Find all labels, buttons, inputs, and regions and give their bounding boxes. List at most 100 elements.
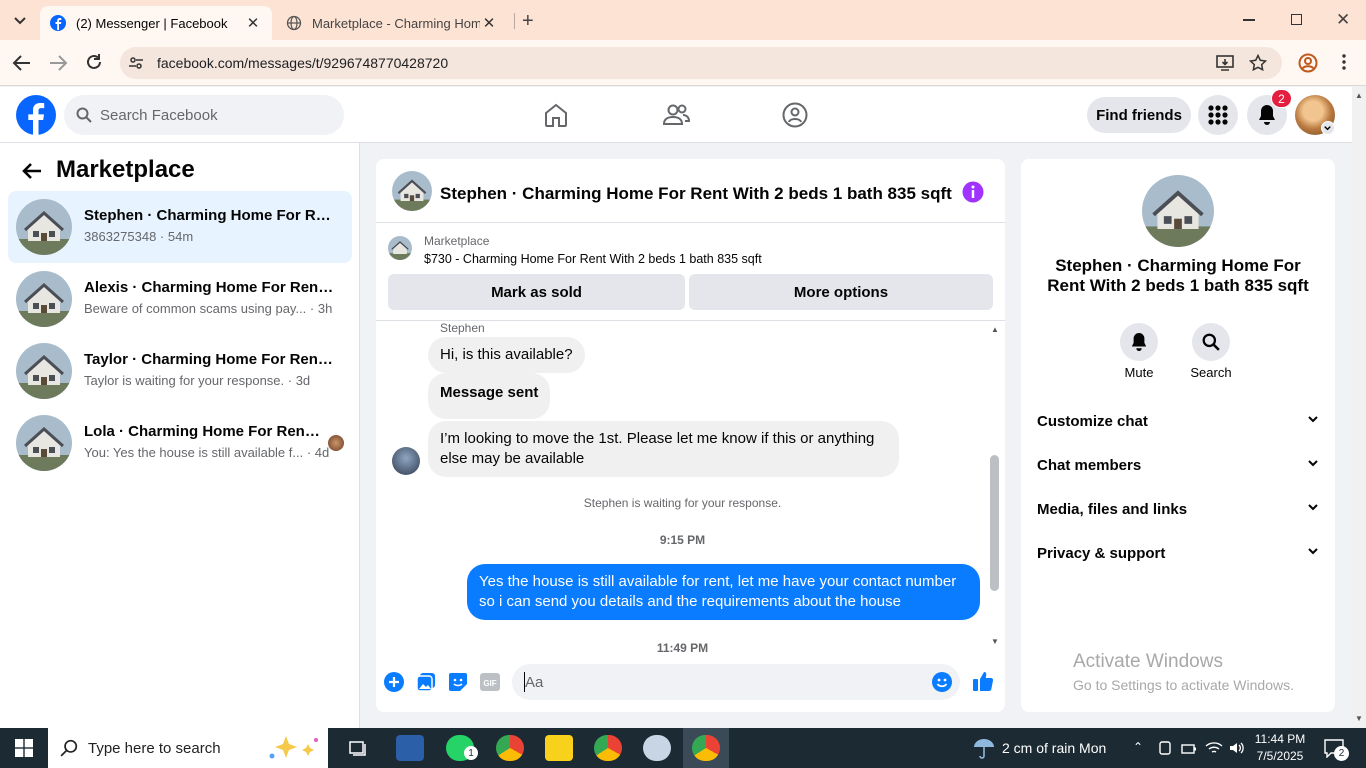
paint-app-icon[interactable]: [643, 735, 671, 761]
tab-close-icon[interactable]: ✕: [244, 14, 262, 32]
volume-icon[interactable]: [1228, 740, 1246, 756]
profile-icon[interactable]: [1298, 53, 1318, 73]
minimize-icon[interactable]: [1243, 19, 1255, 21]
conversation-item[interactable]: Alexis · Charming Home For Rent ... Bewa…: [8, 263, 352, 335]
reload-icon[interactable]: [85, 53, 103, 71]
activate-windows-subtitle: Go to Settings to activate Windows.: [1073, 677, 1294, 693]
windows-start-icon[interactable]: [15, 739, 33, 757]
mark-as-sold-button[interactable]: Mark as sold: [388, 274, 685, 310]
chat-title: Stephen · Charming Home For Rent With 2 …: [440, 184, 952, 203]
chrome-icon[interactable]: [594, 735, 622, 761]
privacy-support-section[interactable]: Privacy & support: [1037, 545, 1319, 562]
message-input[interactable]: Aa: [512, 664, 960, 700]
emoji-icon[interactable]: [932, 672, 952, 692]
menu-grid-button[interactable]: [1198, 95, 1238, 135]
chevron-down-icon: [1307, 545, 1319, 562]
listing-text[interactable]: $730 - Charming Home For Rent With 2 bed…: [424, 252, 762, 266]
chat-scroll-up-icon[interactable]: ▲: [991, 325, 999, 334]
message-bubble[interactable]: Hi, is this available?: [428, 337, 585, 373]
home-nav-icon[interactable]: [543, 102, 569, 128]
scroll-down-icon[interactable]: ▼: [1355, 714, 1363, 723]
weather-text[interactable]: 2 cm of rain Mon: [1002, 740, 1106, 756]
mute-button[interactable]: [1120, 323, 1158, 361]
message-line: else may be available: [440, 450, 585, 467]
facebook-logo-icon[interactable]: [16, 95, 56, 135]
sender-avatar[interactable]: [392, 447, 420, 475]
chrome-active-icon[interactable]: [692, 735, 720, 761]
search-conversation-button[interactable]: [1192, 323, 1230, 361]
install-app-icon[interactable]: [1216, 54, 1234, 72]
chrome-profile-icon[interactable]: [496, 735, 524, 761]
customize-chat-section[interactable]: Customize chat: [1037, 413, 1319, 430]
tab-close-icon[interactable]: ✕: [480, 14, 498, 32]
close-window-icon[interactable]: ✕: [1336, 10, 1350, 30]
page-scrollbar[interactable]: [1352, 87, 1366, 728]
conversation-item[interactable]: Lola · Charming Home For Rent ... You: Y…: [8, 407, 352, 479]
whatsapp-badge: 1: [464, 746, 478, 760]
maximize-icon[interactable]: [1291, 14, 1302, 25]
message-bubble[interactable]: Message sent: [428, 373, 551, 419]
taskbar-search-input[interactable]: Type here to search: [48, 728, 328, 768]
bell-icon: [1131, 333, 1147, 351]
conversation-item[interactable]: Taylor · Charming Home For Rent ... Tayl…: [8, 335, 352, 407]
message-bubble[interactable]: I’m looking to move the 1st. Please let …: [428, 421, 899, 477]
info-icon[interactable]: [962, 181, 984, 203]
activate-windows-title: Activate Windows: [1073, 651, 1223, 672]
back-arrow-icon[interactable]: [22, 162, 42, 180]
tab-messenger[interactable]: (2) Messenger | Facebook ✕: [40, 6, 272, 40]
house-thumbnail: [16, 199, 72, 255]
tab-search-chevron-icon[interactable]: [12, 12, 28, 28]
more-options-button[interactable]: More options: [689, 274, 993, 310]
url-text[interactable]: facebook.com/messages/t/9296748770428720: [157, 55, 448, 71]
find-friends-button[interactable]: Find friends: [1087, 97, 1191, 133]
tray-chevron-icon[interactable]: ⌃: [1133, 740, 1143, 754]
sticky-notes-icon[interactable]: [545, 735, 573, 761]
media-files-section[interactable]: Media, files and links: [1037, 501, 1319, 518]
browser-menu-icon[interactable]: [1342, 54, 1346, 70]
tray-icon[interactable]: [1158, 740, 1172, 756]
waiting-notice: Stephen is waiting for your response.: [583, 496, 782, 510]
chat-scrollbar-thumb[interactable]: [990, 455, 999, 591]
chevron-down-icon: [1307, 457, 1319, 474]
site-info-icon[interactable]: [128, 55, 144, 71]
conversation-name: Lola · Charming Home For Rent ...: [84, 423, 320, 440]
network-icon[interactable]: [1205, 740, 1223, 756]
notification-badge: 2: [1271, 89, 1292, 108]
weather-rain-icon: [972, 737, 996, 759]
chat-header: Stephen · Charming Home For Rent With 2 …: [376, 159, 1005, 223]
message-line: I’m looking to move the 1st. Please let …: [440, 430, 875, 447]
back-arrow-icon[interactable]: [12, 54, 32, 72]
plus-circle-icon[interactable]: [384, 672, 404, 692]
chevron-down-icon: [1307, 413, 1319, 430]
clock[interactable]: 11:44 PM 7/5/2025: [1254, 731, 1306, 765]
facebook-favicon-icon: [50, 15, 66, 31]
gif-icon[interactable]: GIF: [480, 672, 500, 692]
conversation-preview: Beware of common scams using pay... · 3h: [84, 301, 333, 316]
conversation-preview: You: Yes the house is still available f.…: [84, 445, 330, 460]
taskbar-app-icon[interactable]: [396, 735, 424, 761]
groups-nav-icon[interactable]: [782, 102, 808, 128]
search-label: Search: [1190, 365, 1232, 380]
tab-marketplace[interactable]: Marketplace - Charming Home ✕: [276, 6, 508, 40]
chat-scroll-down-icon[interactable]: ▼: [991, 637, 999, 646]
new-tab-plus-icon[interactable]: +: [522, 10, 534, 33]
chat-members-section[interactable]: Chat members: [1037, 457, 1319, 474]
search-icon: [60, 739, 78, 757]
listing-label: Marketplace: [424, 234, 490, 248]
battery-icon[interactable]: [1181, 740, 1197, 756]
sticker-icon[interactable]: [448, 672, 468, 692]
task-view-icon[interactable]: [349, 738, 369, 758]
message-line: so i can send you details and the requir…: [479, 593, 901, 610]
scroll-up-icon[interactable]: ▲: [1355, 91, 1363, 100]
photo-icon[interactable]: [416, 672, 436, 692]
friends-nav-icon[interactable]: [662, 102, 690, 128]
facebook-search-input[interactable]: Search Facebook: [64, 95, 344, 135]
my-message-bubble[interactable]: Yes the house is still available for ren…: [467, 564, 980, 620]
forward-arrow-icon[interactable]: [48, 54, 68, 72]
account-chevron-icon[interactable]: [1321, 121, 1335, 135]
conversation-item[interactable]: Stephen · Charming Home For Ren... 38632…: [8, 191, 352, 263]
bookmark-star-icon[interactable]: [1249, 54, 1267, 72]
info-avatar[interactable]: [1142, 175, 1214, 247]
like-thumb-icon[interactable]: [972, 670, 994, 692]
chat-avatar[interactable]: [392, 171, 432, 211]
